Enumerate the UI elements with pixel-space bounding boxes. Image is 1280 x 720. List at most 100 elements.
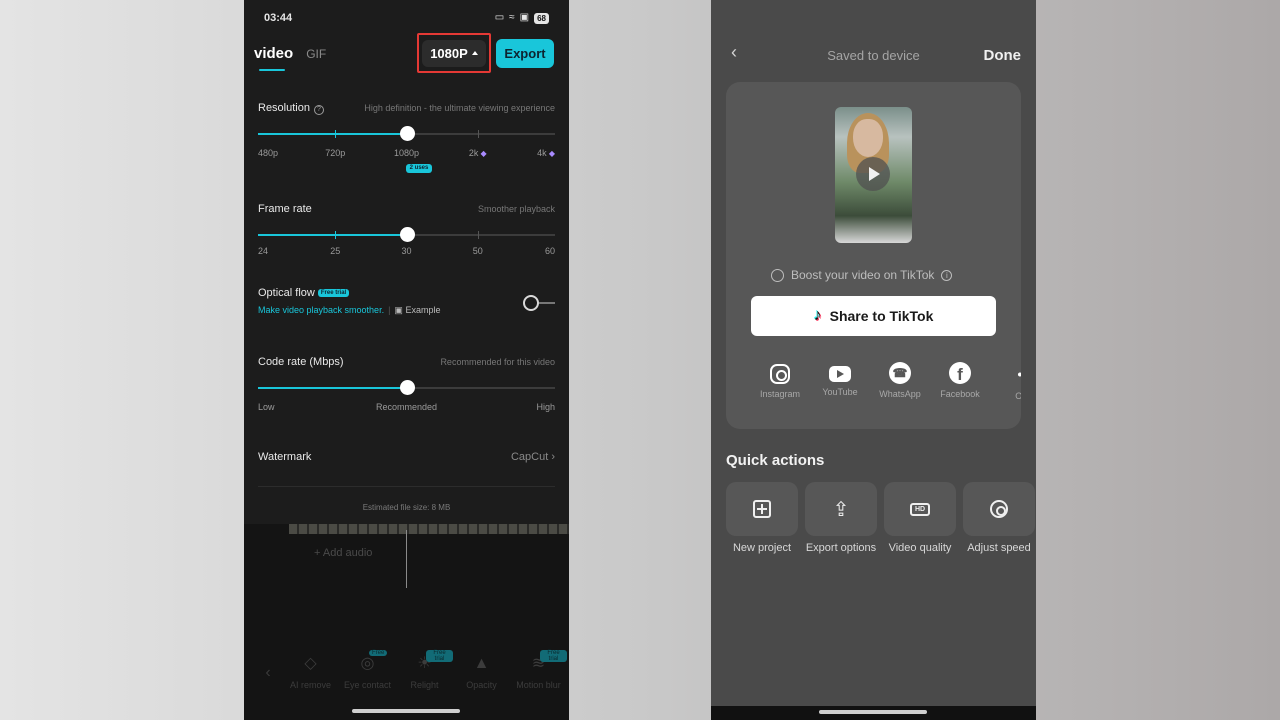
resolution-dropdown-label: 1080P [430,45,468,61]
timeline-clip-strip[interactable] [289,524,569,534]
resolution-label: Resolution? [258,102,324,115]
status-icons: ▭ ≈ ▣ 68 [495,12,549,24]
free-trial-badge: Free trial [317,289,350,297]
code-rate-slider[interactable] [258,380,555,395]
vibrate-icon: ▭ [494,12,505,23]
code-rate-label: Code rate (Mbps) [258,356,344,368]
tool-label: Motion blur [516,680,561,690]
example-link[interactable]: ▣ Example [394,305,440,315]
resolution-tick-text: 480p [258,148,279,158]
watermark-label: Watermark [258,451,312,463]
resolution-slider-fill [258,133,407,135]
quick-action-tile[interactable]: ⇪ [805,482,877,536]
tab-video[interactable]: video [254,45,293,71]
quick-action-label: Export options [805,542,877,554]
add-audio-button[interactable]: + Add audio [314,547,372,559]
optical-flow-toggle[interactable] [523,294,555,312]
home-indicator [352,709,460,713]
frame-rate-tick-text: 24 [258,246,269,256]
chevron-left-icon[interactable]: ‹ [254,664,282,682]
quick-action-video-quality[interactable]: HD Video quality [884,482,956,554]
share-label: Instagram [759,389,801,399]
resolution-tick-text: 720p [325,148,346,158]
share-to-tiktok-button[interactable]: ♪ Share to TikTok [751,296,996,336]
quick-action-label: New project [732,542,792,554]
resolution-slider-tick [477,130,479,138]
share-instagram[interactable]: Instagram [751,362,810,399]
tool-badge: Free trial [426,650,453,662]
youtube-icon [829,366,851,382]
frame-rate-tick-text: 30 [401,246,412,256]
tool-label: AI remove [289,680,331,690]
toggle-knob [523,295,539,311]
status-time: 03:44 [264,12,293,24]
done-button[interactable]: Done [984,47,1022,64]
optical-flow-description: Make video playback smoother. [258,305,385,315]
share-label: Ot [1015,391,1021,401]
example-icon: ▣ [394,305,406,315]
quick-action-tile[interactable] [726,482,798,536]
format-tabs: video GIF [254,45,326,71]
export-button[interactable]: Export [496,39,554,68]
tool-eye-contact[interactable]: ◎ Eye contact Free [339,650,396,693]
speed-icon [990,500,1008,518]
right-phone-screen: ‹ Saved to device Done Boost your video … [711,0,1036,720]
share-youtube[interactable]: YouTube [810,362,870,397]
tool-relight[interactable]: ☀ Relight Free trial [396,650,453,693]
share-facebook[interactable]: f Facebook [930,362,990,399]
resolution-dropdown-button[interactable]: 1080P [422,39,486,67]
resolution-slider[interactable] [258,126,555,141]
quick-action-export-options[interactable]: ⇪ Export options [805,482,877,554]
code-rate-slider-thumb[interactable] [399,380,415,395]
info-icon[interactable]: i [941,269,953,281]
share-label: YouTube [822,387,858,397]
tool-badge: Free [369,650,388,656]
tool-opacity[interactable]: ▲ Opacity [453,653,510,693]
code-rate-tick-label: High [536,402,555,412]
chevron-right-icon: › [551,451,555,463]
tools-list: ◇ AI remove ◎ Eye contact Free ☀ Relight Free t… [282,650,567,693]
tool-label: Relight [410,680,439,690]
whatsapp-icon: ☎ [889,362,911,384]
play-button[interactable] [856,157,890,191]
frame-rate-slider[interactable] [258,227,555,242]
code-rate-tick-label: Low [258,402,275,412]
quick-action-tile[interactable]: HD [884,482,956,536]
resolution-slider-tick [335,130,337,138]
facebook-icon: f [949,362,971,384]
uses-badge: 2 uses [406,164,432,173]
resolution-tick-label: 1080p [394,148,419,158]
resolution-slider-thumb[interactable] [399,126,415,141]
hd-icon: HD [909,502,931,516]
tool-ai-remove[interactable]: ◇ AI remove [282,653,339,693]
share-label: WhatsApp [879,389,921,399]
quick-action-tile[interactable] [963,482,1035,536]
resolution-tick-text: 4k [537,148,547,158]
resolution-tick-label: 2k ◆ [469,148,487,158]
radio-icon[interactable] [771,268,784,282]
quick-action-label: Video quality [888,542,952,554]
tab-gif[interactable]: GIF [306,47,326,61]
boost-option[interactable]: Boost your video on TikTok i [771,268,953,282]
help-icon[interactable]: ? [313,105,324,115]
frame-rate-tick-label: 24 [258,246,268,256]
code-rate-tick-label: Recommended [376,402,437,412]
tool-label: Opacity [466,680,497,690]
frame-rate-slider-tick [335,231,337,239]
frame-rate-tick-text: 25 [330,246,341,256]
share-whatsapp[interactable]: ☎ WhatsApp [870,362,930,399]
share-ot[interactable]: • Ot [990,362,1021,401]
quick-action-adjust-speed[interactable]: Adjust speed [963,482,1035,554]
watermark-setting[interactable]: CapCut › [511,451,555,463]
video-thumbnail[interactable] [835,107,912,243]
home-indicator [819,710,927,714]
frame-rate-slider-thumb[interactable] [399,227,415,242]
share-label: Facebook [940,389,980,399]
upload-icon: ⇪ [832,498,850,521]
resolution-tick-label: 720p [325,148,345,158]
tool-label: Eye contact [343,680,392,690]
quick-action-new-project[interactable]: New project [726,482,798,554]
tool-motion-blur[interactable]: ≋ Motion blur Free trial [510,650,567,693]
export-settings-panel: 03:44 ▭ ≈ ▣ 68 video GIF 1080P Export Re… [244,0,569,524]
code-rate-tick-text: Low [258,402,275,412]
